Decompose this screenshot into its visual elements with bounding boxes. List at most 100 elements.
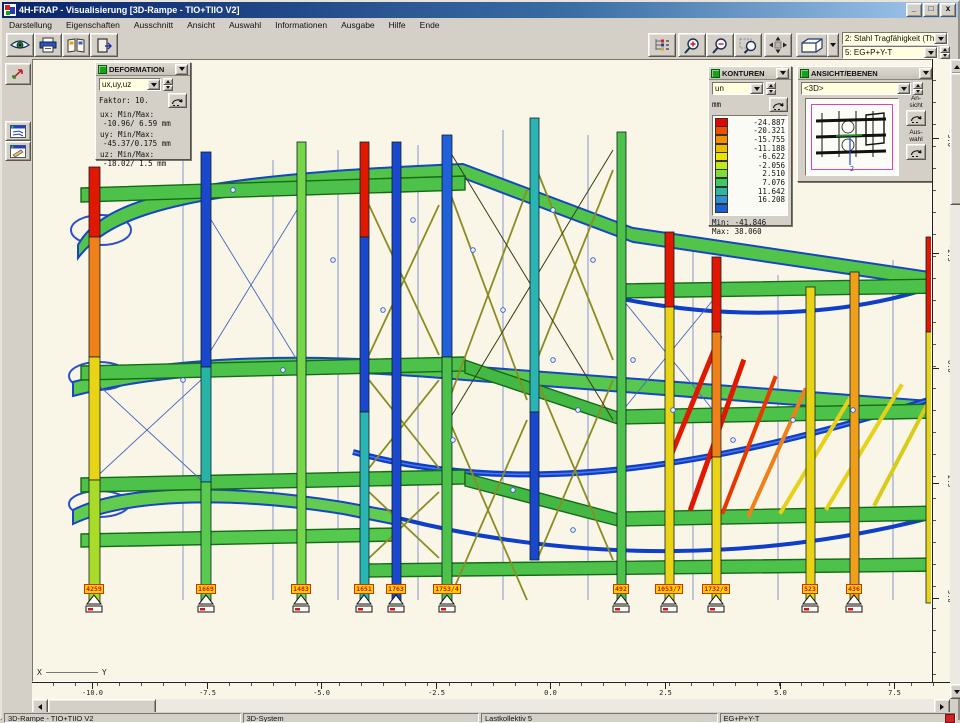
legend-row: 11.642 [715, 187, 785, 196]
support: 1651 [351, 584, 377, 615]
view-combo[interactable]: <3D> [801, 82, 911, 95]
unit-label: mm [712, 100, 721, 109]
menu-item[interactable]: Auswahl [222, 19, 268, 31]
ruler-minor-ticks [32, 683, 950, 686]
konturen-panel-titlebar[interactable]: KONTUREN [709, 67, 791, 80]
scroll-down-button[interactable] [950, 684, 960, 699]
arrow-up-icon [954, 65, 960, 69]
support-node-label: 1732/8 [702, 584, 729, 594]
legend-row: -2.056 [715, 161, 785, 170]
ruler-minor-ticks [933, 59, 936, 682]
support-node-label: 436 [846, 584, 862, 594]
panel-icon [800, 69, 809, 78]
result-case-combo[interactable]: 2: Stahl Tragfähigkeit (Th. 2. O [842, 32, 948, 45]
support: 523 [797, 584, 823, 615]
legend-row: -11.188 [715, 144, 785, 153]
legend-row: -20.321 [715, 127, 785, 136]
zoom-in-button[interactable] [678, 33, 706, 57]
pan-button[interactable] [764, 33, 792, 57]
status-field: EG+P+Y-T [720, 713, 957, 723]
ansicht-action: Aus- wahl [906, 129, 926, 160]
konturen-rollup-button[interactable] [776, 68, 789, 79]
support-symbol-icon [82, 594, 106, 615]
zoom-window-icon [739, 37, 758, 54]
vertical-scroll-thumb[interactable] [950, 73, 960, 205]
legend-max: Max: 38.060 [712, 227, 762, 236]
menu-item[interactable]: Darstellung [2, 19, 59, 31]
support-node-label: 1483 [291, 584, 311, 594]
support-symbol-icon [384, 594, 408, 615]
menu-item[interactable]: Ausschnitt [127, 19, 180, 31]
support-symbol-icon [842, 594, 866, 615]
pan-icon [768, 36, 788, 54]
view-3d-dropdown-button[interactable] [827, 33, 839, 57]
ansicht-rollup-button[interactable] [919, 68, 932, 79]
axis-y-label: Y [102, 668, 107, 677]
konturen-spinner[interactable] [766, 82, 776, 95]
print-button[interactable] [34, 33, 62, 57]
ansicht-panel-titlebar[interactable]: ANSICHT/EBENEN [798, 67, 934, 80]
support-node-label: 1753/4 [433, 584, 460, 594]
app-window: 4H-FRAP - Visualisierung [3D-Rampe - TIO… [0, 0, 960, 720]
close-button[interactable]: x [940, 3, 956, 17]
status-indicator-icon [945, 714, 955, 723]
support-node-label: 1669 [196, 584, 216, 594]
minimize-button[interactable]: _ [906, 3, 922, 17]
menu-item[interactable]: Informationen [268, 19, 334, 31]
display-options-button[interactable] [648, 33, 676, 57]
exit-button[interactable] [90, 33, 118, 57]
support-node-label: 523 [802, 584, 818, 594]
zoom-window-button[interactable] [734, 33, 762, 57]
support-symbol-icon [289, 594, 313, 615]
zoom-out-button[interactable] [706, 33, 734, 57]
window-sketch-icon [10, 145, 26, 158]
support: 1763 [383, 584, 409, 615]
support: 1732/8 [703, 584, 729, 615]
result-case-combo-arrow[interactable] [934, 33, 947, 44]
menu-item[interactable]: Ausgabe [334, 19, 382, 31]
arrow-down-icon [954, 690, 960, 694]
konturen-apply-button[interactable] [769, 97, 788, 112]
support: 1753/4 [434, 584, 460, 615]
ansicht-action-button[interactable] [906, 144, 926, 160]
deformation-panel-titlebar[interactable]: DEFORMATION [96, 63, 190, 76]
manual-button[interactable] [62, 33, 90, 57]
vertical-scrollbar[interactable] [950, 59, 960, 699]
deformation-spinner[interactable] [163, 78, 173, 91]
konturen-quantity-combo[interactable]: un [712, 82, 764, 95]
deformation-component-combo[interactable]: ux,uy,uz [99, 78, 161, 91]
konturen-panel: KONTUREN un mm [708, 66, 792, 226]
redraw-button[interactable] [5, 63, 31, 85]
view-preview-thumbnail[interactable]: 2 [805, 98, 899, 176]
menu-item[interactable]: Ansicht [180, 19, 222, 31]
deformation-values: ux: Min/Max: -10.96/ 6.59 mm uy: Min/Max… [96, 111, 190, 168]
view-3d-dropdown-icon [830, 43, 836, 47]
menu-item[interactable]: Ende [413, 19, 447, 31]
deformation-apply-button[interactable] [168, 93, 187, 108]
legend-row [715, 204, 785, 213]
display-options-icon [653, 37, 671, 53]
view-3d-button[interactable] [796, 33, 828, 57]
view-spinner[interactable] [913, 82, 923, 95]
load-case-combo[interactable]: 5: EG+P+Y-T [842, 46, 938, 59]
load-case-spinner[interactable] [940, 46, 950, 59]
scroll-up-button[interactable] [950, 59, 960, 74]
window-sketch-thumbnail-button[interactable] [5, 141, 31, 161]
maximize-button[interactable]: □ [923, 3, 939, 17]
support: 1483 [288, 584, 314, 615]
panel-icon [711, 69, 720, 78]
apply-arrow-icon [772, 100, 785, 110]
redraw-icon [10, 67, 26, 81]
horizontal-scrollbar[interactable] [32, 699, 950, 712]
statusbar: 3D-Rampe - TIO+TIIO V2 3D-System Lastkol… [2, 712, 958, 723]
ansicht-actions: An- sicht Aus- wahl [902, 95, 930, 160]
deformation-rollup-button[interactable] [175, 64, 188, 75]
ansicht-action-button[interactable] [906, 110, 926, 126]
faktor-label: Faktor: 10. [99, 96, 149, 105]
ansicht-action: An- sicht [906, 95, 926, 126]
window-3d-thumbnail-button[interactable] [5, 121, 31, 141]
menu-item[interactable]: Eigenschaften [59, 19, 127, 31]
view-eye-button[interactable] [6, 33, 34, 57]
load-case-combo-arrow[interactable] [924, 47, 937, 58]
menu-item[interactable]: Hilfe [382, 19, 413, 31]
